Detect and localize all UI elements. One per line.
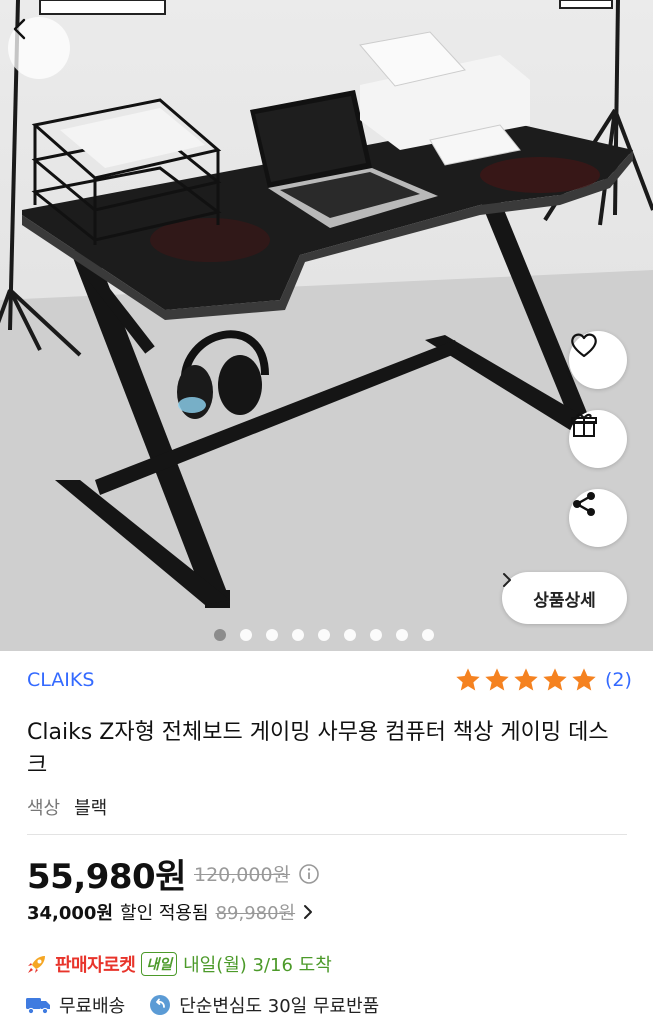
carousel-dot[interactable] [317, 629, 330, 641]
review-count[interactable]: (2) [605, 669, 632, 691]
carousel-dot[interactable] [421, 629, 434, 641]
option-row: 색상 블랙 [27, 794, 107, 820]
price-row: 55,980원 120,000원 [27, 849, 320, 898]
sale-price: 55,980원 [27, 857, 186, 897]
chevron-left-icon [13, 18, 26, 40]
product-detail-label: 상품상세 [533, 590, 596, 611]
tomorrow-badge: 내일 [141, 952, 178, 976]
carousel-dot[interactable] [395, 629, 408, 641]
star-icon [456, 668, 480, 691]
product-photo [0, 0, 653, 651]
gift-button[interactable] [569, 410, 627, 468]
arrival-date: 내일(월) 3/16 도착 [183, 955, 332, 976]
benefit-row: 무료배송 단순변심도 30일 무료반품 [25, 992, 379, 1018]
star-icon [543, 668, 567, 691]
back-button[interactable] [8, 17, 70, 79]
product-detail-button[interactable]: 상품상세 [502, 572, 627, 624]
star-icon [514, 668, 538, 691]
seller-rocket-label: 판매자로켓 [55, 955, 136, 976]
coupon-price-row[interactable]: 34,000원 할인 적용됨 89,980원 [27, 899, 314, 925]
carousel-dot[interactable] [343, 629, 356, 641]
option-label: 색상 [27, 798, 61, 819]
rating[interactable]: (2) [454, 666, 632, 694]
original-price: 120,000원 [193, 864, 291, 886]
share-icon [573, 492, 595, 516]
star-icon [485, 668, 509, 691]
chevron-right-icon [304, 905, 313, 919]
wishlist-button[interactable] [569, 331, 627, 389]
product-image-carousel[interactable]: 상품상세 [0, 0, 653, 651]
chevron-right-icon [503, 573, 511, 587]
brand-link[interactable]: CLAIKS [27, 669, 94, 691]
carousel-indicator [0, 629, 653, 641]
return-icon [150, 995, 171, 1015]
coupon-label: 할인 적용됨 [120, 903, 209, 924]
divider [27, 834, 627, 835]
truck-icon [26, 998, 50, 1015]
carousel-dot[interactable] [265, 629, 278, 641]
free-return-label: 단순변심도 30일 무료반품 [179, 996, 380, 1017]
share-button[interactable] [569, 489, 627, 547]
star-icon [572, 668, 596, 691]
option-value: 블랙 [74, 798, 108, 819]
carousel-dot[interactable] [213, 629, 226, 641]
heart-icon [571, 333, 597, 358]
product-title: Claiks Z자형 전체보드 게이밍 사무용 컴퓨터 책상 게이밍 데스크 [27, 720, 609, 778]
info-icon[interactable] [298, 863, 320, 885]
gift-icon [571, 413, 597, 437]
free-shipping-label: 무료배송 [59, 996, 126, 1017]
coupon-original-price: 89,980원 [215, 903, 296, 924]
delivery-row: 판매자로켓 내일 내일(월) 3/16 도착 [25, 951, 332, 977]
carousel-dot[interactable] [291, 629, 304, 641]
coupon-price: 34,000원 [27, 903, 114, 924]
carousel-dot[interactable] [369, 629, 382, 641]
rocket-icon [28, 956, 45, 973]
carousel-dot[interactable] [239, 629, 252, 641]
